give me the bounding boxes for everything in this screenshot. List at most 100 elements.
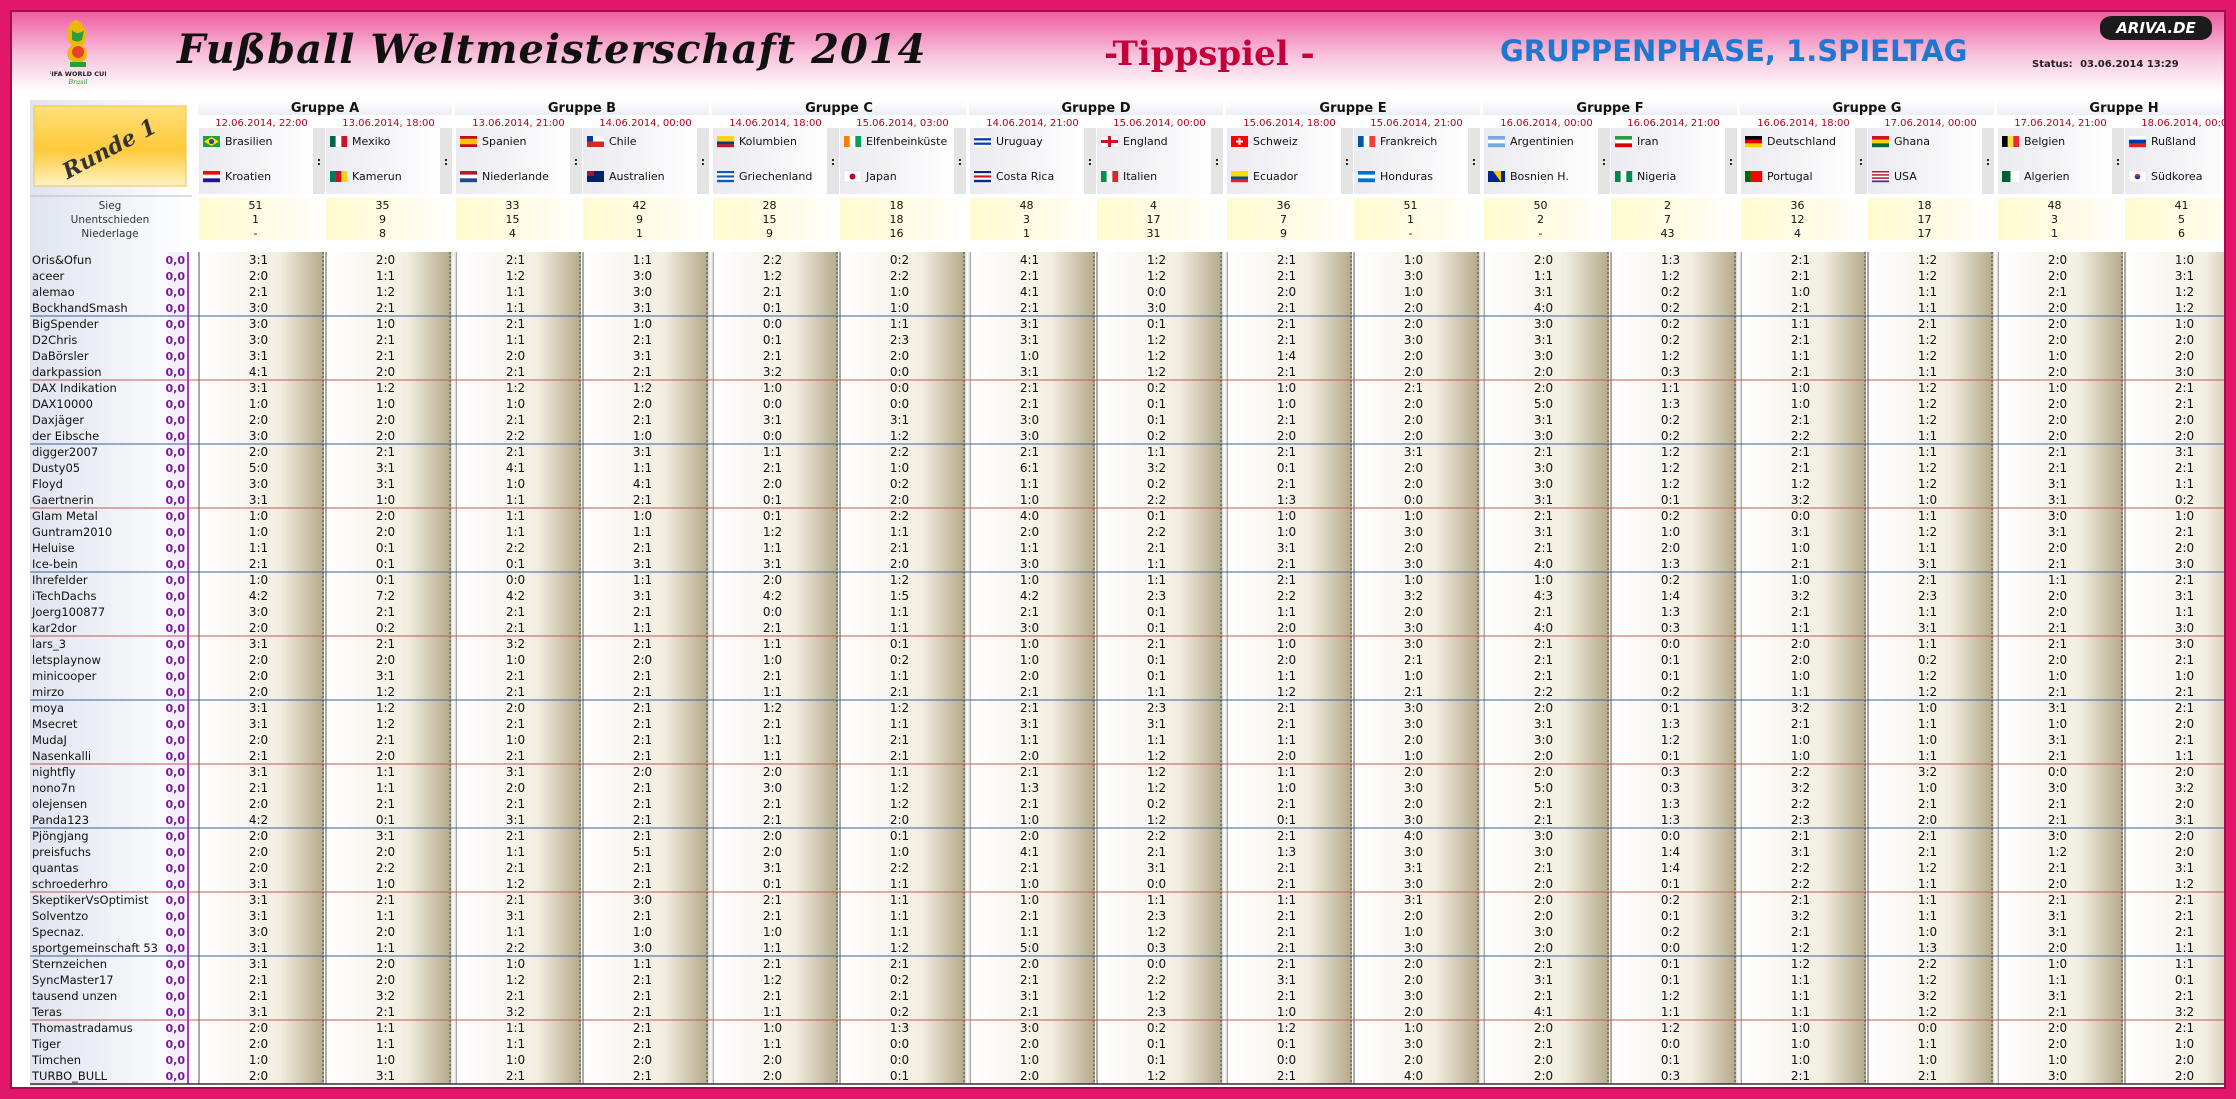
tip-cell[interactable]: 2:1: [2048, 749, 2067, 763]
tip-cell[interactable]: 1:0: [376, 493, 395, 507]
tip-cell[interactable]: 2:0: [1534, 365, 1553, 379]
tip-cell[interactable]: 0:1: [763, 301, 782, 315]
tip-cell[interactable]: 1:0: [249, 1053, 268, 1067]
tip-cell[interactable]: 1:0: [633, 925, 652, 939]
tip-cell[interactable]: 0:2: [1147, 797, 1166, 811]
tip-cell[interactable]: 2:1: [633, 1069, 652, 1083]
tip-cell[interactable]: 3:0: [2175, 621, 2194, 635]
tip-cell[interactable]: 0:1: [763, 333, 782, 347]
tip-cell[interactable]: 3:1: [249, 1005, 268, 1019]
tip-cell[interactable]: 2:1: [506, 621, 525, 635]
tip-cell[interactable]: 2:0: [1020, 525, 1039, 539]
tip-cell[interactable]: 3:1: [1147, 861, 1166, 875]
tip-cell[interactable]: 2:0: [1277, 285, 1296, 299]
tip-cell[interactable]: 0:2: [1661, 573, 1680, 587]
tip-cell[interactable]: 0:0: [2048, 765, 2067, 779]
tip-cell[interactable]: 2:1: [2175, 381, 2194, 395]
tip-cell[interactable]: 2:0: [1534, 701, 1553, 715]
tip-cell[interactable]: 2:1: [1147, 541, 1166, 555]
tip-cell[interactable]: 6:1: [1020, 461, 1039, 475]
tip-cell[interactable]: 3:2: [1791, 589, 1810, 603]
tip-cell[interactable]: 2:1: [1277, 253, 1296, 267]
tip-cell[interactable]: 2:0: [376, 957, 395, 971]
tip-cell[interactable]: 3:0: [1404, 621, 1423, 635]
tip-cell[interactable]: 2:1: [1277, 925, 1296, 939]
tip-cell[interactable]: 1:1: [1918, 541, 1937, 555]
player-name[interactable]: SkeptikerVsOptimist: [32, 893, 149, 907]
tip-cell[interactable]: 2:3: [1147, 589, 1166, 603]
player-name[interactable]: Daxjäger: [32, 413, 84, 427]
tip-cell[interactable]: 2:1: [1791, 717, 1810, 731]
tip-cell[interactable]: 2:0: [1791, 653, 1810, 667]
tip-cell[interactable]: 3:1: [1020, 989, 1039, 1003]
player-name[interactable]: Solventzo: [32, 909, 88, 923]
player-name[interactable]: SyncMaster17: [32, 973, 114, 987]
tip-cell[interactable]: 1:4: [1661, 845, 1680, 859]
tip-cell[interactable]: 0:0: [1404, 493, 1423, 507]
tip-cell[interactable]: 2:1: [633, 861, 652, 875]
tip-cell[interactable]: 1:2: [1918, 973, 1937, 987]
tip-cell[interactable]: 1:2: [1791, 957, 1810, 971]
tip-cell[interactable]: 1:2: [1661, 989, 1680, 1003]
tip-cell[interactable]: 1:2: [763, 973, 782, 987]
tip-cell[interactable]: 2:1: [1277, 957, 1296, 971]
tip-cell[interactable]: 1:1: [2175, 941, 2194, 955]
tip-cell[interactable]: 0:1: [1661, 493, 1680, 507]
tip-cell[interactable]: 1:2: [1661, 1021, 1680, 1035]
tip-cell[interactable]: 2:0: [249, 861, 268, 875]
tip-cell[interactable]: 1:0: [1661, 525, 1680, 539]
tip-cell[interactable]: 1:2: [1918, 413, 1937, 427]
tip-cell[interactable]: 2:1: [1147, 845, 1166, 859]
tip-cell[interactable]: 1:1: [2175, 957, 2194, 971]
tip-cell[interactable]: 2:1: [1534, 605, 1553, 619]
tip-cell[interactable]: 1:2: [1147, 253, 1166, 267]
tip-cell[interactable]: 3:1: [2175, 861, 2194, 875]
tip-cell[interactable]: 3:1: [633, 301, 652, 315]
tip-cell[interactable]: 2:1: [249, 781, 268, 795]
tip-cell[interactable]: 1:1: [1020, 477, 1039, 491]
tip-cell[interactable]: 1:0: [2175, 253, 2194, 267]
tip-cell[interactable]: 3:2: [1918, 989, 1937, 1003]
tip-cell[interactable]: 3:1: [1277, 541, 1296, 555]
tip-cell[interactable]: 2:0: [1020, 669, 1039, 683]
tip-cell[interactable]: 3:1: [1020, 333, 1039, 347]
player-name[interactable]: schroederhro: [32, 877, 108, 891]
tip-cell[interactable]: 1:2: [890, 429, 909, 443]
tip-cell[interactable]: 2:1: [763, 349, 782, 363]
tip-cell[interactable]: 0:1: [376, 557, 395, 571]
tip-cell[interactable]: 0:1: [376, 573, 395, 587]
tip-cell[interactable]: 2:3: [1918, 589, 1937, 603]
player-name[interactable]: olejensen: [32, 797, 87, 811]
tip-cell[interactable]: 1:1: [2175, 605, 2194, 619]
tip-cell[interactable]: 2:0: [1404, 413, 1423, 427]
tip-cell[interactable]: 1:2: [1791, 477, 1810, 491]
tip-cell[interactable]: 2:0: [1404, 461, 1423, 475]
tip-cell[interactable]: 3:1: [249, 909, 268, 923]
tip-cell[interactable]: 2:0: [633, 765, 652, 779]
tip-cell[interactable]: 0:0: [1661, 941, 1680, 955]
tip-cell[interactable]: 0:0: [763, 317, 782, 331]
tip-cell[interactable]: 2:1: [2175, 893, 2194, 907]
tip-cell[interactable]: 2:0: [376, 973, 395, 987]
tip-cell[interactable]: 1:1: [1918, 749, 1937, 763]
tip-cell[interactable]: 1:1: [1791, 317, 1810, 331]
tip-cell[interactable]: 1:1: [506, 525, 525, 539]
tip-cell[interactable]: 2:1: [633, 909, 652, 923]
tip-cell[interactable]: 1:0: [2048, 349, 2067, 363]
tip-cell[interactable]: 1:1: [2175, 477, 2194, 491]
tip-cell[interactable]: 1:1: [1918, 909, 1937, 923]
tip-cell[interactable]: 2:1: [1534, 797, 1553, 811]
tip-cell[interactable]: 2:2: [890, 269, 909, 283]
tip-cell[interactable]: 0:1: [1147, 509, 1166, 523]
tip-cell[interactable]: 2:0: [1534, 893, 1553, 907]
player-name[interactable]: Timchen: [31, 1053, 81, 1067]
tip-cell[interactable]: 2:2: [1147, 493, 1166, 507]
tip-cell[interactable]: 1:0: [763, 381, 782, 395]
tip-cell[interactable]: 0:3: [1661, 765, 1680, 779]
tip-cell[interactable]: 2:1: [2175, 701, 2194, 715]
tip-cell[interactable]: 0:1: [1147, 317, 1166, 331]
tip-cell[interactable]: 2:3: [890, 333, 909, 347]
tip-cell[interactable]: 3:0: [1404, 333, 1423, 347]
tip-cell[interactable]: 0:1: [763, 493, 782, 507]
tip-cell[interactable]: 3:0: [249, 317, 268, 331]
